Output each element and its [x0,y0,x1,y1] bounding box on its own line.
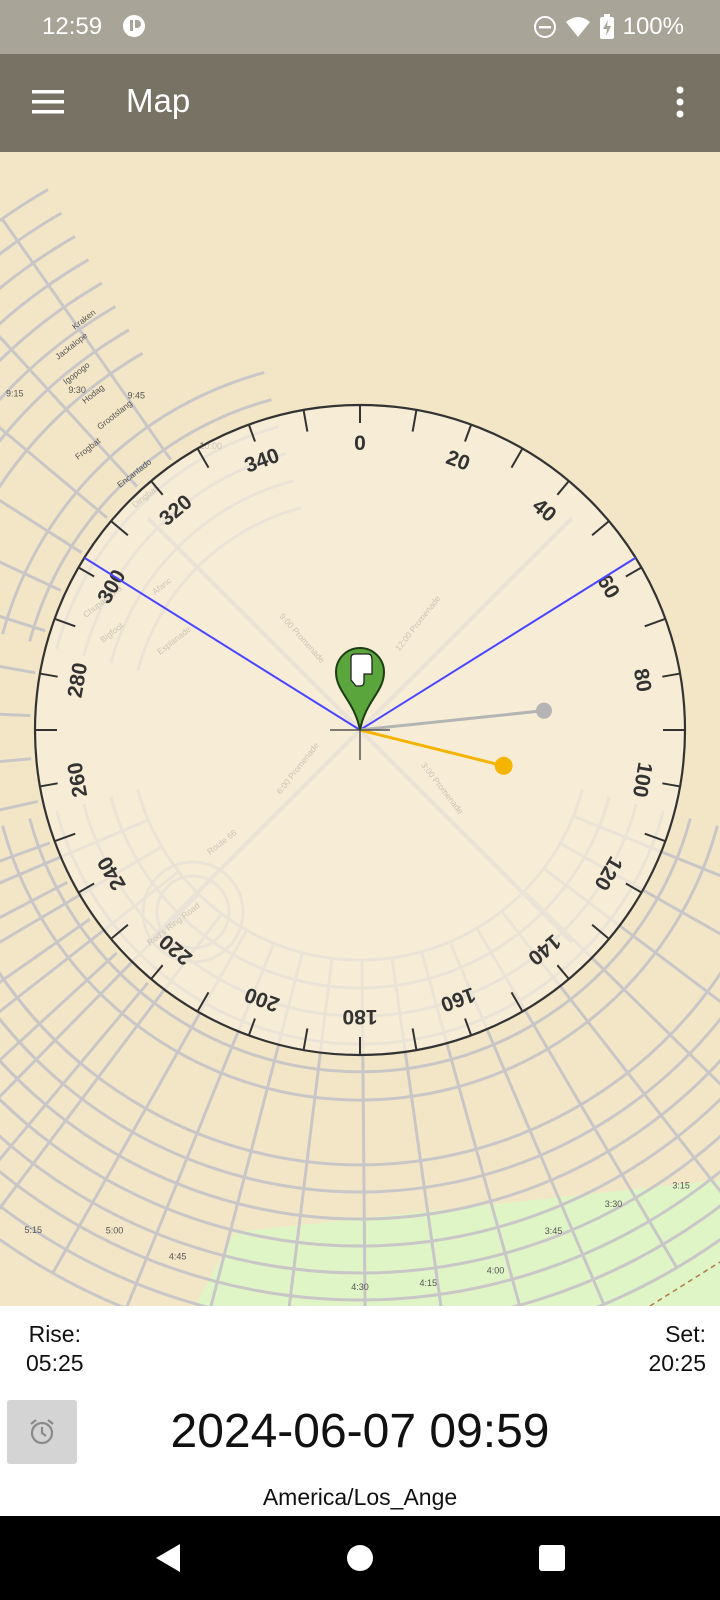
map-view[interactable]: 10:009:459:309:159:008:458:308:007:307:0… [0,152,720,1306]
system-nav-bar [0,1516,720,1600]
do-not-disturb-icon [533,16,556,38]
set-time: 20:25 [648,1350,706,1376]
clock-street-label: 3:15 [672,1181,690,1191]
clock-street-label: 9:15 [6,389,24,399]
status-bar: 12:59 100% [0,0,720,54]
recents-icon[interactable] [532,1538,572,1578]
clock-street-label: 4:15 [419,1278,437,1288]
compass-degree-label: 0 [354,432,366,455]
battery-percent: 100% [622,13,684,40]
clock-street-label: 4:45 [169,1251,187,1261]
moon-position-dot [535,702,552,719]
timezone-label[interactable]: America/Los_Ange [0,1484,720,1511]
home-icon[interactable] [340,1538,380,1578]
clock-street-label: 4:00 [487,1265,505,1275]
radial-street [0,951,118,1062]
radial-street [0,918,91,984]
sun-info-panel: Rise: 05:25 Set: 20:25 2024-06-07 09:59 … [0,1306,720,1516]
more-vert-icon[interactable] [670,82,690,122]
sunrise-info: Rise: 05:25 [26,1320,84,1378]
compass-degree-label: 180 [342,1005,377,1028]
datetime-display[interactable]: 2024-06-07 09:59 [0,1404,720,1459]
radial-street [0,757,32,764]
compass-degree-label: 80 [629,667,656,694]
clock-street-label: 5:15 [24,1225,42,1235]
street-name-label: Grootslang [95,398,134,432]
back-icon[interactable] [148,1538,188,1578]
set-label: Set: [665,1321,706,1347]
battery-charging-icon [599,14,614,39]
app-bar: Map [0,54,720,152]
radial-street [0,560,62,592]
clock-street-label: 9:30 [68,385,86,395]
page-title: Map [126,82,191,119]
radial-street [0,712,31,718]
street-name-label: Frogbat [73,435,103,461]
clock-street-label: 3:30 [605,1199,623,1209]
map-canvas[interactable]: 10:009:459:309:159:008:458:308:007:307:0… [0,152,720,1306]
hamburger-menu-icon[interactable] [30,84,66,120]
rise-label: Rise: [28,1321,81,1347]
sun-position-dot [494,756,513,775]
rise-time: 05:25 [26,1350,84,1376]
clock-street-label: 5:00 [106,1225,124,1235]
status-icons: 100% [533,13,684,41]
app-notification-icon [123,15,145,37]
sunset-info: Set: 20:25 [648,1320,706,1378]
clock-street-label: 4:30 [351,1282,369,1292]
status-time: 12:59 [42,13,103,40]
clock-street-label: 3:45 [545,1226,563,1236]
clock-street-label: 9:45 [128,390,146,400]
wifi-icon [565,17,590,37]
radial-street [0,498,83,554]
